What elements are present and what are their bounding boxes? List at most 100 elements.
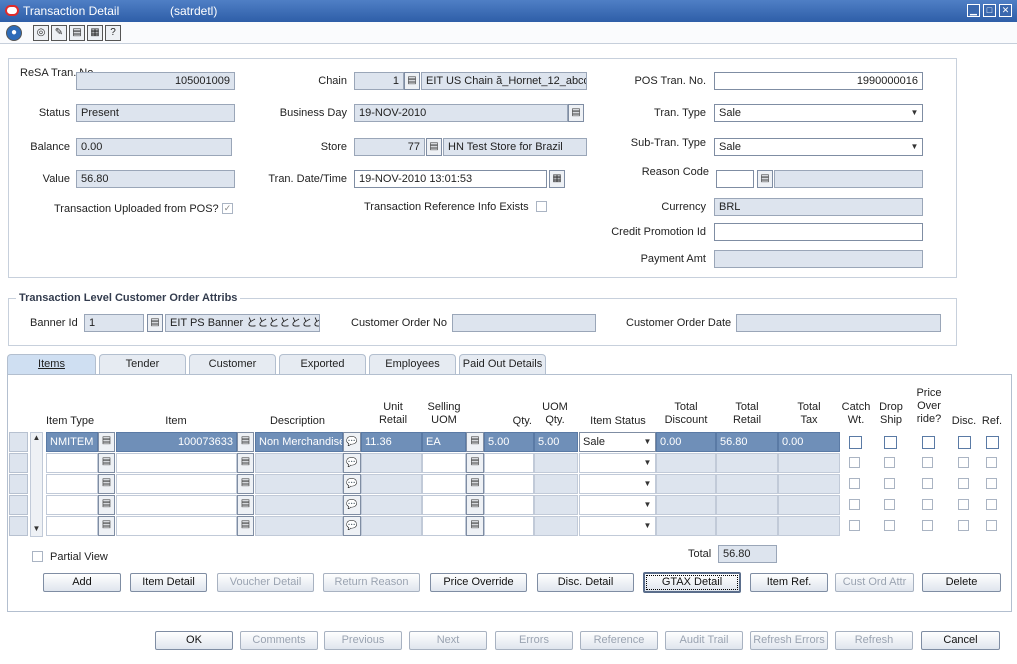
- business-day-field[interactable]: 19-NOV-2010: [354, 104, 568, 122]
- catch-wt-checkbox[interactable]: [849, 520, 860, 531]
- chevron-down-icon[interactable]: ▼: [908, 139, 921, 155]
- drop-ship-checkbox[interactable]: [884, 520, 895, 531]
- disc-detail-button[interactable]: Disc. Detail: [537, 573, 634, 592]
- price-override-checkbox[interactable]: [922, 499, 933, 510]
- banner-name-field[interactable]: EIT PS Banner とととととととと: [165, 314, 320, 332]
- cell-description[interactable]: [255, 453, 343, 473]
- resa-tran-no-field[interactable]: 105001009: [76, 72, 235, 90]
- cell-total-discount[interactable]: [656, 453, 716, 473]
- cell-description[interactable]: [255, 516, 343, 536]
- errors-button[interactable]: Errors: [495, 631, 573, 650]
- lov-list-icon[interactable]: ▤: [466, 432, 484, 452]
- disc-checkbox[interactable]: [958, 457, 969, 468]
- cell-total-tax[interactable]: [778, 516, 840, 536]
- cell-qty[interactable]: [484, 453, 534, 473]
- drop-ship-checkbox[interactable]: [884, 457, 895, 468]
- cell-uom-qty[interactable]: [534, 516, 578, 536]
- tab-items[interactable]: Items: [7, 354, 96, 374]
- lov-list-icon[interactable]: ▤: [237, 495, 254, 515]
- cancel-button[interactable]: Cancel: [921, 631, 1000, 650]
- lov-list-icon[interactable]: ▤: [237, 453, 254, 473]
- ref-checkbox[interactable]: [986, 457, 997, 468]
- price-override-checkbox[interactable]: [922, 520, 933, 531]
- cell-unit-retail[interactable]: [361, 516, 422, 536]
- help-topics-icon[interactable]: ◎: [33, 25, 49, 41]
- lov-list-icon[interactable]: ▤: [466, 495, 484, 515]
- comment-bubble-icon[interactable]: 💬: [343, 453, 361, 473]
- payment-amt-field[interactable]: [714, 250, 923, 268]
- tab-paid-out-details[interactable]: Paid Out Details: [459, 354, 546, 374]
- chevron-down-icon[interactable]: ▼: [641, 476, 654, 492]
- cell-total-retail[interactable]: 56.80: [716, 432, 778, 452]
- lov-list-icon[interactable]: ▤: [98, 495, 115, 515]
- cell-description[interactable]: [255, 474, 343, 494]
- price-override-button[interactable]: Price Override: [430, 573, 527, 592]
- return-reason-button[interactable]: Return Reason: [323, 573, 420, 592]
- cell-total-tax[interactable]: [778, 453, 840, 473]
- cell-uom-qty[interactable]: [534, 453, 578, 473]
- drop-ship-checkbox[interactable]: [884, 478, 895, 489]
- cell-total-discount[interactable]: [656, 516, 716, 536]
- cell-unit-retail[interactable]: 11.36: [361, 432, 422, 452]
- ref-info-exists-checkbox[interactable]: [536, 201, 547, 212]
- print-icon[interactable]: ▦: [87, 25, 103, 41]
- lov-list-icon[interactable]: ▤: [98, 474, 115, 494]
- lov-list-icon[interactable]: ▤: [237, 474, 254, 494]
- cell-item-type[interactable]: [46, 516, 98, 536]
- cell-selling-uom[interactable]: [422, 516, 466, 536]
- currency-field[interactable]: BRL: [714, 198, 923, 216]
- total-field[interactable]: 56.80: [718, 545, 777, 563]
- cell-item[interactable]: [116, 453, 237, 473]
- cell-unit-retail[interactable]: [361, 474, 422, 494]
- uploaded-from-pos-checkbox[interactable]: ✓: [222, 203, 233, 214]
- question-help-icon[interactable]: ?: [105, 25, 121, 41]
- chevron-down-icon[interactable]: ▼: [641, 518, 654, 534]
- store-name-field[interactable]: HN Test Store for Brazil: [443, 138, 587, 156]
- cell-item-status[interactable]: ▼: [579, 453, 656, 473]
- add-button[interactable]: Add: [43, 573, 121, 592]
- pos-tran-no-field[interactable]: 1990000016: [714, 72, 923, 90]
- calendar-icon[interactable]: ▦: [549, 170, 565, 188]
- globe-icon[interactable]: ●: [6, 25, 22, 41]
- chain-name-field[interactable]: EIT US Chain ă_Hornet_12_abcde: [421, 72, 587, 90]
- balance-field[interactable]: 0.00: [76, 138, 232, 156]
- delete-button[interactable]: Delete: [922, 573, 1001, 592]
- next-button[interactable]: Next: [409, 631, 487, 650]
- banner-lov-icon[interactable]: ▤: [147, 314, 163, 332]
- minimize-icon[interactable]: ▁: [967, 4, 980, 17]
- cell-qty[interactable]: 5.00: [484, 432, 534, 452]
- chain-lov-icon[interactable]: ▤: [404, 72, 420, 90]
- credit-promotion-id-field[interactable]: [714, 223, 923, 241]
- comment-bubble-icon[interactable]: 💬: [343, 474, 361, 494]
- voucher-detail-button[interactable]: Voucher Detail: [217, 573, 314, 592]
- comment-bubble-icon[interactable]: 💬: [343, 432, 361, 452]
- banner-id-field[interactable]: 1: [84, 314, 144, 332]
- cell-item-status[interactable]: ▼: [579, 495, 656, 515]
- partial-view-checkbox[interactable]: [32, 551, 43, 562]
- disc-checkbox[interactable]: [958, 499, 969, 510]
- tab-exported[interactable]: Exported: [279, 354, 366, 374]
- cell-selling-uom[interactable]: EA: [422, 432, 466, 452]
- disc-checkbox[interactable]: [958, 478, 969, 489]
- cell-item[interactable]: [116, 516, 237, 536]
- close-icon[interactable]: ✕: [999, 4, 1012, 17]
- disc-checkbox[interactable]: [958, 520, 969, 531]
- lov-list-icon[interactable]: ▤: [98, 516, 115, 536]
- audit-trail-button[interactable]: Audit Trail: [665, 631, 743, 650]
- cell-selling-uom[interactable]: [422, 495, 466, 515]
- lov-list-icon[interactable]: ▤: [98, 432, 115, 452]
- reason-code-lov-icon[interactable]: ▤: [757, 170, 773, 188]
- cell-total-discount[interactable]: 0.00: [656, 432, 716, 452]
- cell-total-tax[interactable]: [778, 495, 840, 515]
- tab-employees[interactable]: Employees: [369, 354, 456, 374]
- previous-button[interactable]: Previous: [324, 631, 402, 650]
- chevron-down-icon[interactable]: ▼: [641, 434, 654, 450]
- cell-selling-uom[interactable]: [422, 453, 466, 473]
- cell-item[interactable]: [116, 495, 237, 515]
- cell-description[interactable]: Non Merchandise: [255, 432, 343, 452]
- lov-list-icon[interactable]: ▤: [466, 474, 484, 494]
- catch-wt-checkbox[interactable]: [849, 499, 860, 510]
- price-override-checkbox[interactable]: [922, 478, 933, 489]
- cell-selling-uom[interactable]: [422, 474, 466, 494]
- status-field[interactable]: Present: [76, 104, 235, 122]
